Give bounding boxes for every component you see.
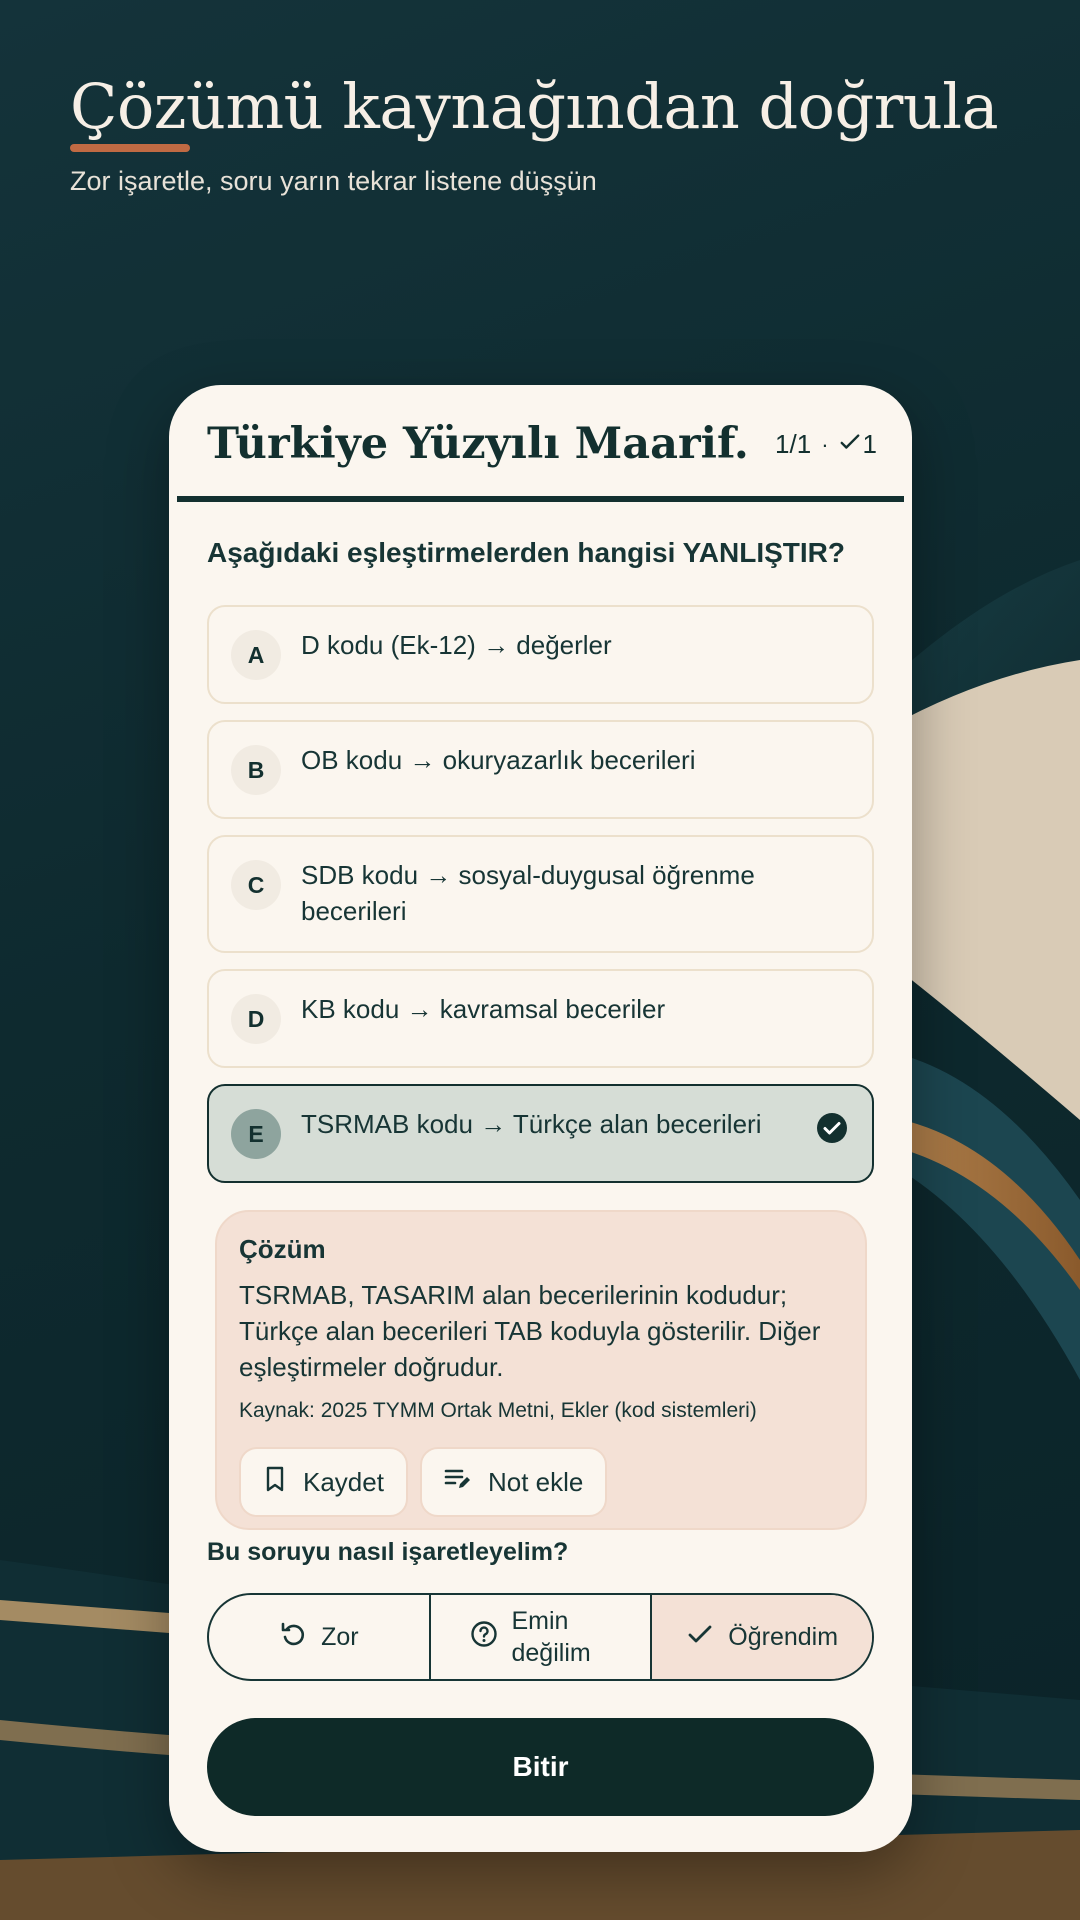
mark-segmented-control: Zor Emin değilim Öğrendim (207, 1593, 874, 1681)
solution-title: Çözüm (239, 1234, 326, 1264)
hero-subtitle: Zor işaretle, soru yarın tekrar listene … (70, 166, 597, 196)
option-e[interactable]: E TSRMAB kodu → Türkçe alan becerileri (207, 1084, 874, 1183)
save-button[interactable]: Kaydet (239, 1447, 408, 1517)
card-title: Türkiye Yüzyılı Maarif... (207, 419, 747, 469)
mark-unsure-label: Emin değilim (511, 1607, 591, 1667)
options-list: A D kodu (Ek-12) → değerler B OB kodu → … (207, 605, 874, 1199)
mark-learned-label: Öğrendim (728, 1622, 839, 1651)
solution-source: Kaynak: 2025 TYMM Ortak Metni, Ekler (ko… (239, 1399, 757, 1422)
option-letter: B (231, 745, 281, 795)
option-text: TSRMAB kodu → Türkçe alan becerileri (301, 1109, 762, 1139)
hero-underline (70, 144, 190, 152)
mark-learned-button[interactable]: Öğrendim (652, 1595, 872, 1679)
option-letter: C (231, 860, 281, 910)
option-text: KB kodu → kavramsal beceriler (301, 994, 666, 1024)
option-text: D kodu (Ek-12) → değerler (301, 630, 612, 660)
correct-count: 1 (862, 429, 877, 459)
meta-separator: · (821, 431, 829, 457)
check-circle-icon (816, 1112, 848, 1144)
option-text: SDB kodu → sosyal-duygusal öğrenme becer… (301, 860, 755, 926)
option-text: OB kodu → okuryazarlık becerileri (301, 745, 696, 775)
solution-panel: Çözüm TSRMAB, TASARIM alan becerilerinin… (215, 1210, 867, 1530)
solution-body: TSRMAB, TASARIM alan becerilerinin kodud… (239, 1280, 821, 1382)
option-letter: E (231, 1109, 281, 1159)
question-text: Aşağıdaki eşleştirmelerden hangisi YANLI… (207, 537, 845, 568)
note-edit-icon (444, 1467, 472, 1498)
option-a[interactable]: A D kodu (Ek-12) → değerler (207, 605, 874, 704)
finish-button[interactable]: Bitir (207, 1718, 874, 1816)
mark-hard-button[interactable]: Zor (209, 1595, 431, 1679)
card-meta: 1/1 · 1 (775, 429, 877, 460)
option-b[interactable]: B OB kodu → okuryazarlık becerileri (207, 720, 874, 819)
mark-hard-label: Zor (321, 1622, 359, 1651)
option-c[interactable]: C SDB kodu → sosyal-duygusal öğrenme bec… (207, 835, 874, 953)
progress-bar (177, 496, 904, 502)
mark-question-label: Bu soruyu nasıl işaretleyelim? (207, 1538, 569, 1566)
bookmark-icon (263, 1466, 287, 1499)
option-d[interactable]: D KB kodu → kavramsal beceriler (207, 969, 874, 1068)
help-circle-icon (470, 1620, 498, 1655)
option-letter: A (231, 630, 281, 680)
check-icon (686, 1620, 714, 1655)
check-small-icon (839, 429, 861, 460)
mark-unsure-button[interactable]: Emin değilim (431, 1595, 653, 1679)
note-label: Not ekle (487, 1466, 584, 1497)
option-letter: D (231, 994, 281, 1044)
quiz-card: Türkiye Yüzyılı Maarif... 1/1 · 1 Aşağıd… (169, 385, 912, 1852)
hero-title: Çözümü kaynağından doğrula (70, 70, 999, 143)
save-label: Kaydet (303, 1466, 384, 1497)
add-note-button[interactable]: Not ekle (419, 1447, 608, 1517)
question-counter: 1/1 (775, 429, 812, 459)
solution-actions: Kaydet Not ekle (239, 1447, 843, 1517)
undo-icon (279, 1620, 307, 1655)
card-header: Türkiye Yüzyılı Maarif... 1/1 · 1 (207, 419, 877, 479)
